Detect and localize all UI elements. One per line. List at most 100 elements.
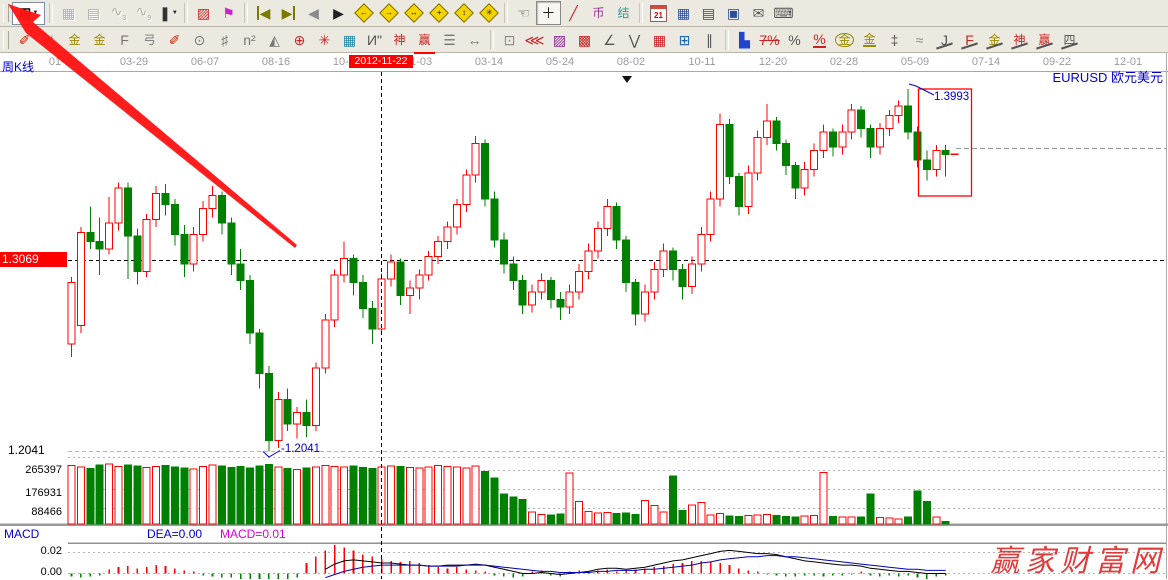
fan-lines-icon[interactable]: ⋘ — [522, 28, 547, 52]
ruler-pen-icon[interactable]: ‡ — [882, 28, 907, 52]
date-axis-label: 02-28 — [830, 56, 858, 68]
ruler-marks-icon[interactable]: ♯ — [212, 28, 237, 52]
minor-cycle9-icon[interactable]: ∿9 — [131, 1, 156, 25]
cycle-circle-icon[interactable]: ⊙ — [187, 28, 212, 52]
crosshair-tool-icon[interactable]: ＋ — [536, 1, 561, 25]
macd-indicator-name[interactable]: MACD — [4, 527, 39, 541]
date-axis-label: 05-24 — [546, 56, 574, 68]
mail-icon[interactable]: ✉ — [746, 1, 771, 25]
jie-marker-icon[interactable]: 结 — [611, 1, 636, 25]
ying-angle-icon[interactable]: 赢 — [1032, 28, 1057, 52]
wave2-icon[interactable]: ≈ — [907, 28, 932, 52]
volume-axis-label: 176931 — [0, 487, 62, 499]
nav-both-icon[interactable]: ↔ — [401, 1, 426, 25]
volume-axis-label: 88466 — [0, 506, 62, 518]
symbol-label: EURUSD 欧元美元 — [1052, 67, 1163, 86]
grid-box-icon[interactable]: ▦ — [337, 28, 362, 52]
percent-line-icon[interactable]: % — [807, 28, 832, 52]
nav-left-icon[interactable]: ← — [351, 1, 376, 25]
prev-page-icon[interactable]: ◀ — [301, 1, 326, 25]
toolbar-separator — [490, 30, 494, 50]
nav-expand-icon[interactable]: ↕ — [451, 1, 476, 25]
crosshair-date-badge: 2012-11-22 — [349, 55, 413, 68]
wave-count-icon[interactable]: И" — [362, 28, 387, 52]
fu-marker-icon[interactable]: 币 — [586, 1, 611, 25]
hand-pan-icon[interactable]: ☜ — [511, 1, 536, 25]
si-angle-icon[interactable]: 四 — [1057, 28, 1082, 52]
high-annotation-label: 1.3993 — [934, 91, 969, 103]
chart-canvas[interactable]: 周K线 EURUSD 欧元美元 1.3069 1.2041 -1.2041 1.… — [0, 53, 1168, 579]
nav-cross-icon[interactable]: + — [426, 1, 451, 25]
shen-tool-icon[interactable]: 神 — [387, 28, 412, 52]
n2-cycle-icon[interactable]: n² — [237, 28, 262, 52]
alert-price-tag[interactable]: 1.3069 — [0, 252, 67, 267]
pattern-search-icon[interactable]: ▨ — [191, 1, 216, 25]
angle-lines-icon[interactable]: ∠ — [597, 28, 622, 52]
toolbar-separator — [725, 30, 729, 50]
macd-axis-label: 0.00 — [30, 566, 62, 578]
grid-target-icon[interactable]: ⊞ — [672, 28, 697, 52]
spiral-tool-icon[interactable]: 弓 — [137, 28, 162, 52]
data-download-icon[interactable]: ⌨ — [771, 1, 796, 25]
toolbar-grip[interactable] — [3, 4, 9, 22]
gold-angle-icon[interactable]: 金 — [982, 28, 1007, 52]
red-pen-icon[interactable]: ✐ — [162, 28, 187, 52]
minor-cycle3-icon[interactable]: ∿3 — [106, 1, 131, 25]
toolbar-separator — [639, 3, 643, 23]
gold-line-icon[interactable]: 金 — [857, 28, 882, 52]
calculator-icon[interactable]: ▦ — [671, 1, 696, 25]
mirror-tool-icon[interactable]: ◭ — [262, 28, 287, 52]
f-grid-icon[interactable]: F — [112, 28, 137, 52]
ruler-grid-icon[interactable]: ☰ — [437, 28, 462, 52]
percent-icon[interactable]: % — [782, 28, 807, 52]
date-axis-label: 10-11 — [688, 56, 715, 68]
main-toolbar: 周▼▦▤∿3∿9❚▼▨⚑◀▶◀▶←→↔+↕✳☜＋╱币结21▦▤▣✉⌨ — [0, 0, 1168, 27]
toolbar-grip[interactable] — [3, 31, 9, 49]
period-label: 周K线 — [2, 58, 34, 75]
compass-tool-icon[interactable]: ⊕ — [287, 28, 312, 52]
flag-marker-icon[interactable]: ⚑ — [216, 1, 241, 25]
price-axis-low-label: 1.2041 — [8, 443, 45, 457]
segment-tool-icon[interactable]: ╱ — [561, 1, 586, 25]
macd-value-label: MACD=0.01 — [220, 527, 286, 541]
ying-tool-icon[interactable]: 赢 — [412, 28, 437, 52]
last-page-icon[interactable]: ▶ — [276, 1, 301, 25]
date-axis-label: 07-14 — [972, 56, 1000, 68]
box-select-icon[interactable]: ⊡ — [497, 28, 522, 52]
period-selector-button[interactable]: 周▼ — [12, 2, 45, 25]
next-page-icon[interactable]: ▶ — [326, 1, 351, 25]
nav-compress-icon[interactable]: ✳ — [476, 1, 501, 25]
parallel-lines-icon[interactable]: ∥ — [697, 28, 722, 52]
check-lines-icon[interactable]: ⋁ — [622, 28, 647, 52]
fan-box-icon[interactable]: ▨ — [547, 28, 572, 52]
red-grid-icon[interactable]: ▦ — [647, 28, 672, 52]
date-axis-label: 08-16 — [262, 56, 290, 68]
first-page-icon[interactable]: ◀ — [251, 1, 276, 25]
shen-angle-icon[interactable]: 神 — [1007, 28, 1032, 52]
volume-axis-label: 265397 — [0, 464, 62, 476]
date-axis-label: 12-20 — [759, 56, 787, 68]
notes-icon[interactable]: ▤ — [696, 1, 721, 25]
no-percent-icon[interactable]: 7% — [757, 28, 782, 52]
date-axis-label: 01-20 — [49, 56, 77, 68]
gold-grid2-icon[interactable]: 金 — [87, 28, 112, 52]
width-measure-icon[interactable]: ↔ — [462, 28, 487, 52]
toolbar-separator — [244, 3, 248, 23]
gann-web-icon[interactable]: ✳ — [312, 28, 337, 52]
f-angle-icon[interactable]: F — [957, 28, 982, 52]
date-axis-label: 09-22 — [1043, 56, 1071, 68]
info-panel-icon[interactable]: ▤ — [81, 1, 106, 25]
gold-circle-icon[interactable]: 金 — [832, 28, 857, 52]
nav-right-icon[interactable]: → — [376, 1, 401, 25]
brush-tool-icon[interactable]: ✐ — [12, 28, 37, 52]
candle-style-icon[interactable]: ❚▼ — [156, 1, 181, 25]
gold-grid-icon[interactable]: 金 — [62, 28, 87, 52]
j-angle-icon[interactable]: J — [932, 28, 957, 52]
grid-tool-icon[interactable]: # — [37, 28, 62, 52]
web-box-icon[interactable]: ▩ — [572, 28, 597, 52]
calendar-icon[interactable]: 21 — [646, 1, 671, 25]
zoom-region-icon[interactable]: ▦ — [56, 1, 81, 25]
volume-profile-icon[interactable]: ▙ — [732, 28, 757, 52]
site-watermark: 赢家财富网 — [990, 536, 1165, 580]
save-icon[interactable]: ▣ — [721, 1, 746, 25]
